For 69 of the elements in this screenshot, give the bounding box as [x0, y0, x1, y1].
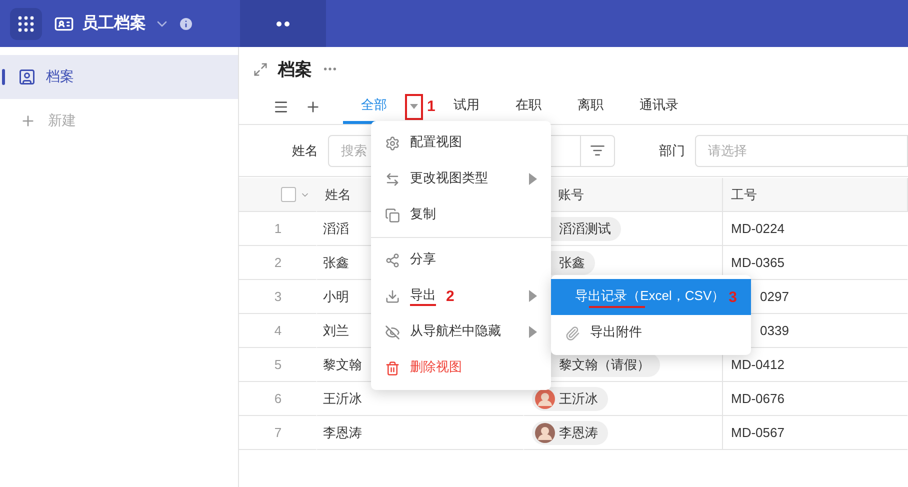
- view-tab[interactable]: 离职: [559, 89, 622, 124]
- row-number: 1: [274, 221, 282, 236]
- column-header: 账号: [558, 186, 584, 204]
- table-cell: 滔滔: [323, 220, 349, 238]
- trash-icon: [385, 360, 400, 376]
- menu-item[interactable]: 更改视图类型: [371, 161, 551, 197]
- page-title: 档案: [278, 58, 312, 80]
- row-number: 4: [274, 323, 282, 338]
- paperclip-icon: [565, 326, 580, 340]
- table-cell: MD-0224: [731, 221, 784, 236]
- row-number: 2: [274, 255, 282, 270]
- row-number: 3: [274, 289, 282, 304]
- table-cell: 0339: [760, 323, 789, 338]
- swap-arrows-icon: [385, 172, 400, 186]
- annotation-number: 3: [728, 288, 737, 306]
- submenu-arrow-icon: [529, 290, 537, 302]
- menu-item[interactable]: 导出 2: [371, 278, 551, 314]
- menu-icon[interactable]: [273, 98, 289, 114]
- filter-label: 部门: [659, 142, 685, 160]
- annotation-number: 1: [427, 98, 436, 115]
- submenu-arrow-icon: [529, 326, 537, 338]
- menu-item[interactable]: 配置视图: [371, 125, 551, 161]
- sidebar-item[interactable]: 档案: [0, 55, 238, 99]
- crossed-eye-icon: [385, 324, 400, 340]
- view-tab[interactable]: 在职: [497, 89, 560, 124]
- table-cell: 黎文翰: [323, 356, 362, 374]
- grid-icon: [18, 16, 34, 32]
- table-cell: 0297: [760, 289, 789, 304]
- column-header: 姓名: [325, 186, 351, 204]
- view-tab[interactable]: 通讯录: [621, 89, 696, 124]
- person-card-icon: [18, 68, 36, 86]
- filter-label: 姓名: [292, 142, 318, 160]
- table-cell: 刘兰: [323, 322, 349, 340]
- row-number: 5: [274, 357, 282, 372]
- view-tab[interactable]: 试用: [435, 89, 498, 124]
- table-cell: 李恩涛: [323, 424, 362, 442]
- table-cell: MD-0365: [731, 255, 784, 270]
- more-icon[interactable]: [276, 20, 290, 26]
- row-number: 7: [274, 425, 282, 440]
- table-cell: 小明: [323, 288, 349, 306]
- table-cell: MD-0676: [731, 391, 784, 406]
- dropdown-caret-icon[interactable]: [405, 94, 423, 120]
- avatar-icon: [535, 422, 555, 442]
- expand-icon[interactable]: [253, 62, 268, 76]
- checkbox[interactable]: [281, 187, 296, 202]
- column-header: 工号: [731, 186, 757, 204]
- row-number: 6: [274, 391, 282, 406]
- copy-icon: [385, 208, 400, 222]
- table-cell: MD-0412: [731, 357, 784, 372]
- share-icon: [385, 252, 400, 268]
- user-chip: 李恩涛: [532, 420, 608, 444]
- plus-icon[interactable]: [305, 98, 321, 114]
- menu-item[interactable]: 导出附件: [551, 315, 751, 351]
- menu-item[interactable]: 从导航栏中隐藏: [371, 314, 551, 350]
- table-cell: MD-0567: [731, 425, 784, 440]
- settings-icon: [385, 136, 400, 150]
- select-field[interactable]: 请选择: [695, 134, 908, 166]
- table-cell: 张鑫: [323, 254, 349, 272]
- download-icon: [385, 288, 400, 304]
- filter-search-icon[interactable]: [590, 143, 605, 158]
- avatar-icon: [535, 388, 555, 408]
- submenu-arrow-icon: [529, 173, 537, 185]
- apps-button[interactable]: [10, 8, 42, 40]
- user-chip: 王沂冰: [532, 386, 608, 410]
- app-title: 员工档案: [82, 13, 146, 34]
- info-icon[interactable]: [178, 16, 194, 32]
- menu-item[interactable]: 导出记录（Excel，CSV） 3: [551, 279, 751, 315]
- annotation-number: 2: [446, 288, 454, 304]
- table-cell: 王沂冰: [323, 390, 362, 408]
